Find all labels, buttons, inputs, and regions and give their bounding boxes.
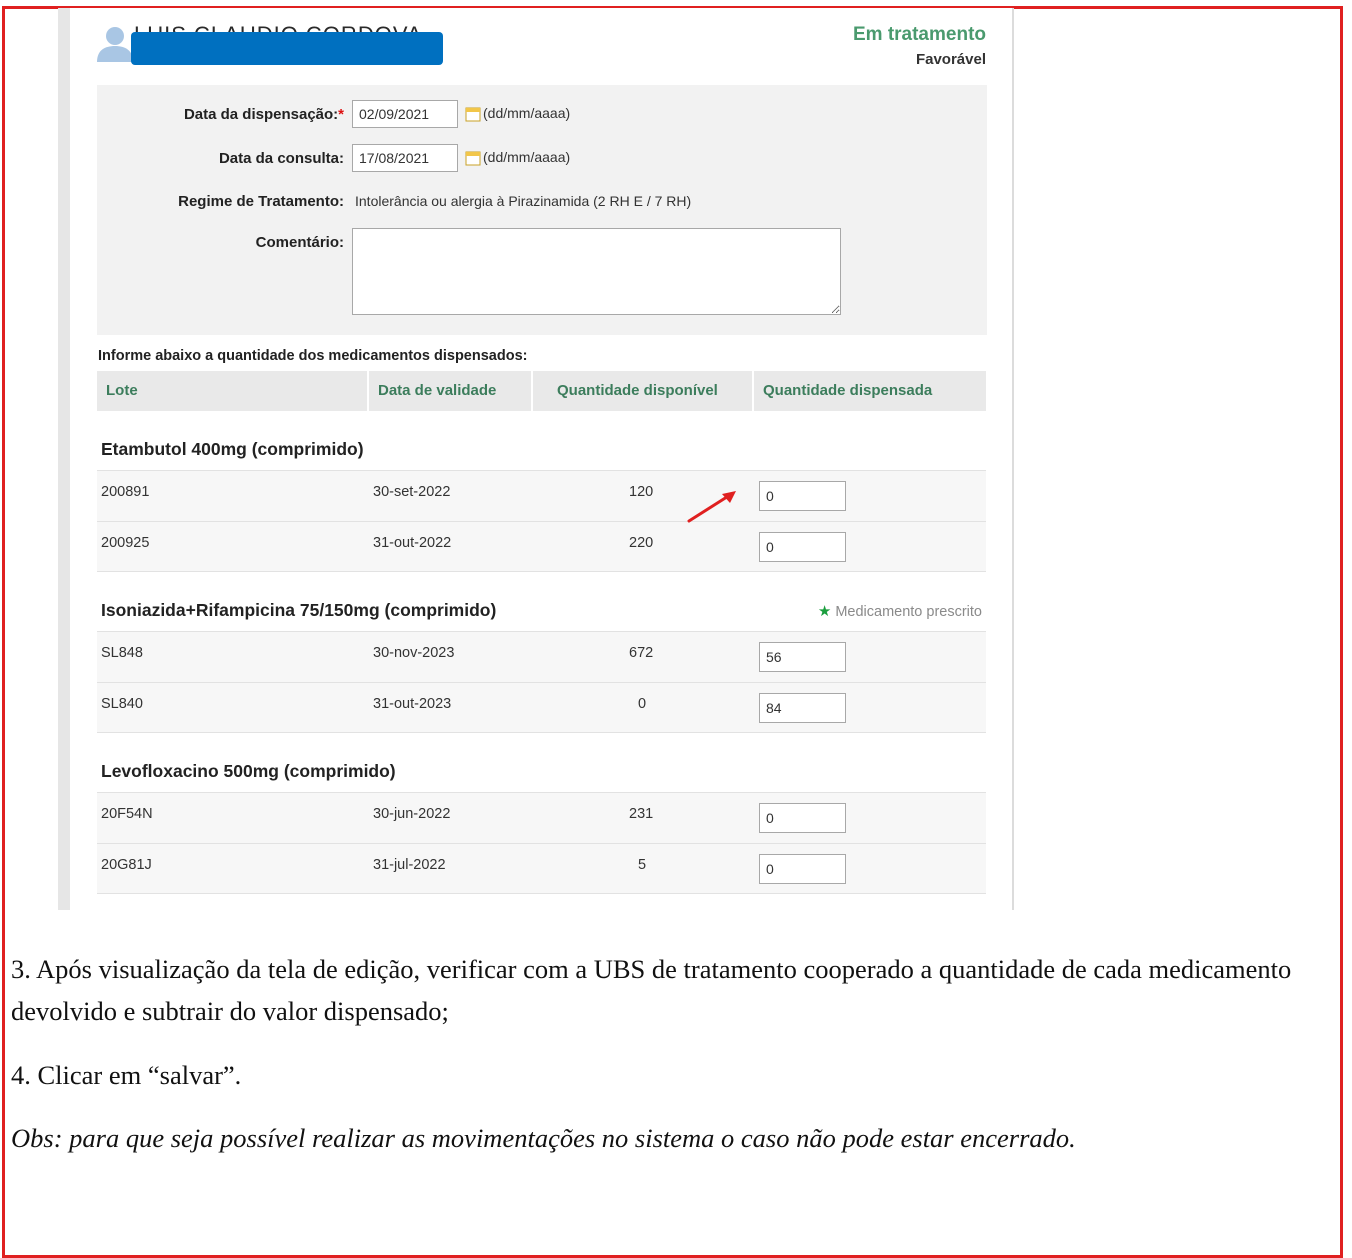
user-icon: [97, 27, 133, 62]
step-4-text: 4. Clicar em “salvar”.: [11, 1060, 242, 1090]
quantity-dispensed-input[interactable]: [759, 803, 846, 833]
cell-disponivel: 220: [629, 535, 654, 551]
cell-lote: 200925: [101, 535, 150, 551]
cell-validade: 30-set-2022: [373, 484, 451, 500]
date-format-hint: (dd/mm/aaaa): [483, 105, 571, 121]
cell-validade: 30-jun-2022: [373, 806, 451, 822]
cell-lote: 20G81J: [101, 857, 152, 873]
header-lote: Lote: [106, 382, 138, 399]
treatment-status: Em tratamento: [852, 24, 986, 45]
header-divider: [367, 371, 369, 411]
cell-validade: 31-jul-2022: [373, 857, 446, 873]
quantity-dispensed-input[interactable]: [759, 532, 846, 562]
quantity-dispensed-input[interactable]: [759, 481, 846, 511]
observation-text: Obs: para que seja possível realizar as …: [11, 1123, 1076, 1153]
cell-disponivel: 5: [638, 857, 647, 873]
cell-lote: 200891: [101, 484, 150, 500]
star-icon: ★: [817, 603, 832, 620]
calendar-icon[interactable]: [465, 106, 481, 122]
calendar-icon[interactable]: [465, 150, 481, 166]
cell-disponivel: 672: [629, 645, 654, 661]
date-format-hint: (dd/mm/aaaa): [483, 149, 571, 165]
header-dispensada: Quantidade dispensada: [763, 382, 933, 399]
table-row: 20G81J 31-jul-2022 5: [97, 843, 986, 894]
cell-disponivel: 0: [638, 696, 647, 712]
header-divider: [531, 371, 533, 411]
consulta-date-input[interactable]: [352, 144, 458, 172]
treatment-outcome: Favorável: [915, 51, 986, 68]
cell-validade: 30-nov-2023: [373, 645, 455, 661]
regime-value: Intolerância ou alergia à Pirazinamida (…: [355, 193, 692, 209]
table-header: Lote Data de validade Quantidade disponí…: [97, 371, 986, 411]
cell-validade: 31-out-2023: [373, 696, 452, 712]
prescribed-badge: ★ Medicamento prescrito: [817, 603, 982, 620]
regime-label: Regime de Tratamento:: [178, 193, 344, 210]
comentario-textarea[interactable]: [352, 228, 841, 315]
cell-lote: 20F54N: [101, 806, 153, 822]
table-row: 200925 31-out-2022 220: [97, 521, 986, 572]
table-row: 200891 30-set-2022 120: [97, 470, 986, 521]
table-row: SL840 31-out-2023 0: [97, 682, 986, 733]
dispensacao-date-input[interactable]: [352, 100, 458, 128]
comentario-label: Comentário:: [255, 234, 344, 251]
quantity-dispensed-input[interactable]: [759, 854, 846, 884]
medication-group-title: Isoniazida+Rifampicina 75/150mg (comprim…: [101, 600, 497, 620]
cell-validade: 31-out-2022: [373, 535, 452, 551]
dispensacao-label: Data da dispensação:*: [183, 106, 344, 123]
table-row: 20F54N 30-jun-2022 231: [97, 792, 986, 843]
header-disponivel: Quantidade disponível: [557, 382, 718, 399]
quantity-dispensed-input[interactable]: [759, 693, 846, 723]
medication-group-title: Etambutol 400mg (comprimido): [101, 439, 364, 459]
cell-disponivel: 120: [629, 484, 654, 500]
header-divider: [752, 371, 754, 411]
red-arrow-annotation: [687, 491, 736, 523]
cell-lote: SL848: [101, 645, 143, 661]
header-validade: Data de validade: [378, 382, 497, 399]
cell-lote: SL840: [101, 696, 143, 712]
quantity-dispensed-input[interactable]: [759, 642, 846, 672]
required-marker: *: [338, 106, 344, 123]
step-3-text: 3. Após visualização da tela de edição, …: [11, 954, 1292, 1026]
cell-disponivel: 231: [629, 806, 654, 822]
instructions-text: Informe abaixo a quantidade dos medicame…: [98, 348, 528, 364]
redaction-bar: [131, 32, 443, 65]
medication-group-title: Levofloxacino 500mg (comprimido): [101, 761, 396, 781]
table-row: SL848 30-nov-2023 672: [97, 631, 986, 682]
consulta-label: Data da consulta:: [218, 150, 344, 167]
